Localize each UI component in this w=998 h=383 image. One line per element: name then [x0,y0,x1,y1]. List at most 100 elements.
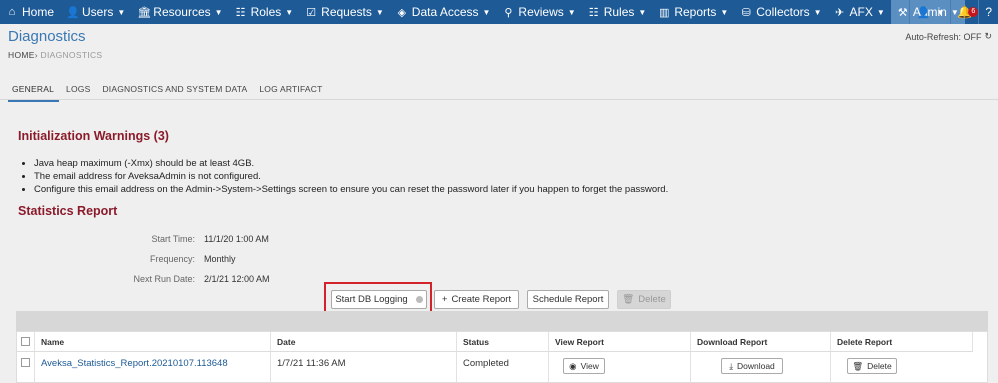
plus-icon: + [441,294,448,305]
breadcrumb: HOME› DIAGNOSTICS [8,50,102,60]
database-icon: ◈ [397,6,407,19]
nav-right-tools: 👤 ▼ 🔔 6 ? [909,0,998,24]
warning-item: Configure this email address on the Admi… [34,183,668,196]
user-icon: 👤 [916,6,931,19]
nav-label: Roles [250,5,282,19]
home-icon: ⌂ [8,6,16,18]
column-header-date[interactable]: Date [271,332,457,352]
notification-badge: 6 [968,7,979,17]
start-time-value: 11/1/20 1:00 AM [204,234,269,244]
breadcrumb-separator: › [34,50,38,60]
nav-label: Requests [321,5,372,19]
download-icon: ⤓ [729,361,733,371]
table-row-download-cell: ⤓ Download [691,352,831,383]
nav-roles[interactable]: ☷ Roles ▼ [229,0,300,24]
tabs-divider [0,99,998,100]
view-label: View [580,361,599,371]
nav-label: Data Access [411,5,479,19]
warning-item: Java heap maximum (-Xmx) should be at le… [34,157,668,170]
report-name-link[interactable]: Aveksa_Statistics_Report.20210107.113648 [41,358,228,369]
start-time-label: Start Time: [151,234,195,244]
row-delete-label: Delete [867,361,892,371]
warnings-list: Java heap maximum (-Xmx) should be at le… [34,157,668,196]
next-run-value: 2/1/21 12:00 AM [204,274,270,284]
top-nav: ⌂ Home 👤 Users ▼ 🏛 Resources ▼ ☷ Roles ▼ ☑ Requests ▼… [0,0,998,24]
refresh-icon: ↻ [984,31,992,41]
auto-refresh-label: Auto-Refresh: OFF [905,31,982,42]
column-header-delete-report[interactable]: Delete Report [831,332,973,352]
nav-rules[interactable]: ☷ Rules ▼ [582,0,653,24]
chevron-down-icon: ▼ [720,7,729,17]
select-all-checkbox[interactable] [21,337,30,346]
eye-icon: ◉ [569,361,577,371]
row-checkbox[interactable] [21,358,30,367]
schedule-report-label: Schedule Report [532,294,604,305]
nav-label: Users [82,5,114,19]
chevron-down-icon: ▼ [813,7,822,17]
nav-resources[interactable]: 🏛 Resources ▼ [131,0,228,24]
table-row-view-cell: ◉ View [549,352,691,383]
table-row-delete-cell: 🗑 Delete [831,352,973,383]
nav-users[interactable]: 👤 Users ▼ [60,0,131,24]
chevron-down-icon: ▼ [936,7,945,17]
nav-requests[interactable]: ☑ Requests ▼ [299,0,390,24]
page-title: Diagnostics [8,28,86,45]
breadcrumb-home[interactable]: HOME [8,50,35,60]
table-toolbar [16,311,988,331]
nav-label: Reports [674,5,717,19]
frequency-value: Monthly [204,254,236,264]
nav-home[interactable]: ⌂ Home [0,0,60,24]
notifications-button[interactable]: 🔔 6 [950,0,979,24]
nav-afx[interactable]: ✈ AFX ▼ [828,0,891,24]
wrench-icon: ⚒ [897,6,908,19]
warning-item: The email address for AveksaAdmin is not… [34,170,668,183]
chevron-down-icon: ▼ [375,7,384,17]
rocket-icon: ✈ [834,6,845,19]
table-row-name-cell: Aveksa_Statistics_Report.20210107.113648 [35,352,271,383]
user-menu[interactable]: 👤 ▼ [909,0,950,24]
nav-label: Home [22,5,55,19]
building-icon: 🏛 [137,6,152,19]
statistics-title: Statistics Report [18,204,118,218]
nav-collectors[interactable]: ⛁ Collectors ▼ [734,0,827,24]
column-header-status[interactable]: Status [457,332,549,352]
select-all-cell [17,332,35,352]
chevron-down-icon: ▼ [567,7,576,17]
delete-button[interactable]: 🗑 Delete [617,290,671,309]
table-row-date: 1/7/21 11:36 AM [271,352,457,383]
next-run-label: Next Run Date: [133,274,195,284]
download-label: Download [736,361,775,371]
help-icon: ? [985,5,992,19]
nav-reviews[interactable]: ⚲ Reviews ▼ [496,0,581,24]
chart-icon: ▥ [659,6,670,19]
auto-refresh-toggle[interactable]: Auto-Refresh: OFF ↻ [905,31,992,42]
pin-icon: ⚲ [504,6,513,19]
help-button[interactable]: ? [978,0,998,24]
view-button[interactable]: ◉ View [563,358,605,374]
column-header-view-report[interactable]: View Report [549,332,691,352]
column-header-download-report[interactable]: Download Report [691,332,831,352]
trash-icon: 🗑 [852,361,864,371]
download-button[interactable]: ⤓ Download [721,358,783,374]
chevron-down-icon: ▼ [285,7,294,17]
row-delete-button[interactable]: 🗑 Delete [847,358,897,374]
table-row-status: Completed [457,352,549,383]
chevron-down-icon: ▼ [214,7,223,17]
nav-label: Rules [603,5,635,19]
chevron-down-icon: ▼ [482,7,491,17]
nav-label: Collectors [756,5,810,19]
delete-label: Delete [638,294,666,305]
nav-data-access[interactable]: ◈ Data Access ▼ [390,0,497,24]
table-row-select-cell [17,352,35,383]
schedule-report-button[interactable]: Schedule Report [527,290,609,309]
nav-label: Resources [153,5,211,19]
nav-label: Reviews [518,5,564,19]
breadcrumb-current: DIAGNOSTICS [40,50,103,60]
roles-icon: ☷ [235,6,246,19]
chevron-down-icon: ▼ [876,7,885,17]
column-header-name[interactable]: Name [35,332,271,352]
reports-table: Name Date Status View Report Download Re… [16,331,988,383]
nav-reports[interactable]: ▥ Reports ▼ [652,0,734,24]
chevron-down-icon: ▼ [117,7,126,17]
create-report-button[interactable]: + Create Report [434,290,519,309]
